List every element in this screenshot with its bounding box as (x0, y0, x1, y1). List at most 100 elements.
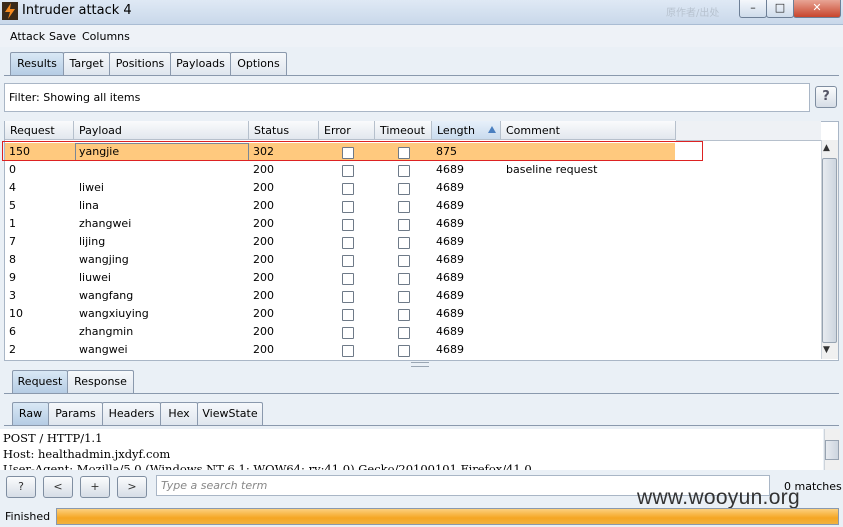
cell-status: 200 (253, 307, 274, 320)
error-checkbox[interactable] (342, 255, 354, 267)
cell-request: 8 (9, 253, 16, 266)
error-checkbox[interactable] (342, 273, 354, 285)
sort-ascending-icon (488, 126, 496, 133)
tab-viewstate[interactable]: ViewState (197, 402, 263, 425)
timeout-checkbox[interactable] (398, 273, 410, 285)
table-row[interactable]: 5 lina 200 4689 (5, 197, 675, 215)
table-row[interactable]: 2 wangwei 200 4689 (5, 341, 675, 359)
column-header-status[interactable]: Status (249, 121, 319, 140)
scroll-down-icon[interactable]: ▼ (823, 345, 830, 355)
raw-request-editor[interactable]: POST / HTTP/1.1 Host: healthadmin.jxdyf.… (0, 429, 823, 470)
table-row[interactable]: 10 wangxiuying 200 4689 (5, 305, 675, 323)
error-checkbox[interactable] (342, 165, 354, 177)
tab-divider (4, 75, 839, 76)
menu-columns[interactable]: Columns (82, 30, 130, 43)
progress-bar-fill (57, 509, 838, 524)
timeout-checkbox[interactable] (398, 255, 410, 267)
error-checkbox[interactable] (342, 291, 354, 303)
cell-request: 7 (9, 235, 16, 248)
cell-request: 5 (9, 199, 16, 212)
raw-scrollbar-thumb[interactable] (825, 440, 839, 460)
search-help-button[interactable]: ? (6, 476, 36, 498)
timeout-checkbox[interactable] (398, 201, 410, 213)
scroll-up-icon[interactable]: ▲ (823, 143, 830, 153)
table-row[interactable]: 3 wangfang 200 4689 (5, 287, 675, 305)
timeout-checkbox[interactable] (398, 309, 410, 321)
filter-help-button[interactable]: ? (815, 86, 837, 108)
tab-options[interactable]: Options (230, 52, 287, 75)
column-header-timeout[interactable]: Timeout (375, 121, 432, 140)
tab-hex[interactable]: Hex (160, 402, 198, 425)
tab-results[interactable]: Results (10, 52, 64, 75)
ghost-title-text: 原作者/出处 (666, 8, 720, 19)
cell-length: 4689 (436, 181, 464, 194)
cell-length: 4689 (436, 163, 464, 176)
progress-bar (56, 508, 839, 525)
table-row[interactable]: 6 zhangmin 200 4689 (5, 323, 675, 341)
tab-headers[interactable]: Headers (102, 402, 161, 425)
timeout-checkbox[interactable] (398, 165, 410, 177)
table-scrollbar-thumb[interactable] (822, 158, 837, 343)
cell-payload: lijing (79, 235, 106, 248)
status-text: Finished (5, 510, 51, 523)
cell-status: 200 (253, 325, 274, 338)
burp-logo-icon (2, 2, 18, 20)
table-row[interactable]: 0 200 4689 baseline request (5, 161, 675, 179)
close-button[interactable]: ✕ (793, 0, 841, 18)
filter-label[interactable]: Filter: Showing all items (9, 91, 140, 104)
minimize-button[interactable]: – (739, 0, 767, 18)
cell-length: 4689 (436, 289, 464, 302)
cell-length: 4689 (436, 253, 464, 266)
raw-line: POST / HTTP/1.1 (3, 431, 103, 445)
cell-request: 6 (9, 325, 16, 338)
search-prev-button[interactable]: < (43, 476, 73, 498)
table-row[interactable]: 7 lijing 200 4689 (5, 233, 675, 251)
selected-row-outline (2, 141, 703, 161)
tab-params[interactable]: Params (48, 402, 103, 425)
timeout-checkbox[interactable] (398, 219, 410, 231)
error-checkbox[interactable] (342, 309, 354, 321)
error-checkbox[interactable] (342, 201, 354, 213)
timeout-checkbox[interactable] (398, 291, 410, 303)
table-row[interactable]: 8 wangjing 200 4689 (5, 251, 675, 269)
menu-attack[interactable]: Attack (10, 30, 45, 43)
error-checkbox[interactable] (342, 183, 354, 195)
cell-length: 4689 (436, 325, 464, 338)
table-row[interactable]: 9 liuwei 200 4689 (5, 269, 675, 287)
column-header-comment[interactable]: Comment (501, 121, 676, 140)
timeout-checkbox[interactable] (398, 183, 410, 195)
timeout-checkbox[interactable] (398, 327, 410, 339)
timeout-checkbox[interactable] (398, 345, 410, 357)
column-header-request[interactable]: Request (5, 121, 74, 140)
cell-request: 10 (9, 307, 23, 320)
tab-payloads[interactable]: Payloads (170, 52, 231, 75)
timeout-checkbox[interactable] (398, 237, 410, 249)
column-header-error[interactable]: Error (319, 121, 375, 140)
tab-request[interactable]: Request (12, 370, 68, 393)
menu-save[interactable]: Save (49, 30, 76, 43)
cell-request: 4 (9, 181, 16, 194)
search-add-button[interactable]: + (80, 476, 110, 498)
tab-target[interactable]: Target (63, 52, 110, 75)
split-pane-handle[interactable] (411, 362, 429, 367)
cell-payload: wangfang (79, 289, 134, 302)
raw-line: User-Agent: Mozilla/5.0 (Windows NT 6.1;… (3, 462, 532, 470)
maximize-button[interactable]: □ (766, 0, 794, 18)
error-checkbox[interactable] (342, 345, 354, 357)
tab-response[interactable]: Response (67, 370, 134, 393)
tab-positions[interactable]: Positions (109, 52, 171, 75)
error-checkbox[interactable] (342, 327, 354, 339)
raw-line: Host: healthadmin.jxdyf.com (3, 447, 171, 461)
search-next-button[interactable]: > (117, 476, 147, 498)
error-checkbox[interactable] (342, 237, 354, 249)
table-row[interactable]: 4 liwei 200 4689 (5, 179, 675, 197)
column-header-payload[interactable]: Payload (74, 121, 249, 140)
error-checkbox[interactable] (342, 219, 354, 231)
cell-length: 4689 (436, 199, 464, 212)
cell-status: 200 (253, 343, 274, 356)
cell-status: 200 (253, 217, 274, 230)
watermark-text: www.wooyun.org (637, 486, 800, 509)
cell-status: 200 (253, 271, 274, 284)
tab-raw[interactable]: Raw (12, 402, 49, 425)
table-row[interactable]: 1 zhangwei 200 4689 (5, 215, 675, 233)
